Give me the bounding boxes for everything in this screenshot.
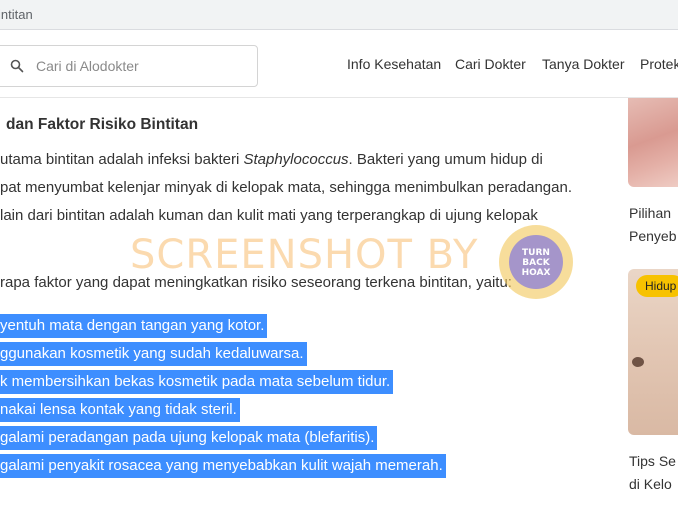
list-item: nakai lensa kontak yang tidak steril. [0,398,240,422]
list-item: yentuh mata dengan tangan yang kotor. [0,314,268,338]
nav-info-kesehatan[interactable]: Info Kesehatan [347,56,441,72]
related-title-line[interactable]: Pilihan [629,202,671,224]
site-header: Cari di Alodokter Info Kesehatan Cari Do… [0,30,678,98]
paragraph-line: lain dari bintitan adalah kuman dan kuli… [0,207,538,224]
article-thumbnail[interactable] [628,98,678,187]
bacteria-name: Staphylococcus [243,151,349,168]
paragraph-line: pat menyumbat kelenjar minyak di kelopak… [0,179,572,196]
logo-text: HOAX [522,268,551,278]
eye-image-detail [632,357,644,367]
turnbackhoax-logo: TURN BACK HOAX [499,225,573,299]
logo-text: BACK [522,258,550,268]
list-item: galami penyakit rosacea yang menyebabkan… [0,454,446,478]
address-text[interactable]: intitan [0,7,33,22]
related-title-line[interactable]: di Kelo [629,473,672,495]
list-item: k membersihkan bekas kosmetik pada mata … [0,370,394,394]
nav-tanya-dokter[interactable]: Tanya Dokter [542,56,624,72]
browser-address-bar[interactable]: intitan [0,0,678,30]
search-icon [10,59,24,73]
watermark-text: SCREENSHOT BY [130,232,479,278]
related-title-line[interactable]: Penyeb [629,225,676,247]
nav-proteksi[interactable]: Protek [640,56,678,72]
related-title-line[interactable]: Tips Se [629,450,676,472]
category-badge[interactable]: Hidup [636,275,678,297]
search-placeholder: Cari di Alodokter [36,58,139,74]
paragraph-line: utama bintitan adalah infeksi bakteri St… [0,151,543,168]
related-articles-sidebar: Pilihan Penyeb Hidup Tips Se di Kelo [628,98,678,506]
logo-text: TURN [522,248,550,258]
section-heading: dan Faktor Risiko Bintitan [6,116,199,133]
list-item: galami peradangan pada ujung kelopak mat… [0,426,378,450]
list-item: ggunakan kosmetik yang sudah kedaluwarsa… [0,342,307,366]
nav-cari-dokter[interactable]: Cari Dokter [455,56,526,72]
article-content: dan Faktor Risiko Bintitan utama bintita… [0,98,610,506]
search-input[interactable]: Cari di Alodokter [0,45,258,87]
article-thumbnail[interactable]: Hidup [628,269,678,435]
